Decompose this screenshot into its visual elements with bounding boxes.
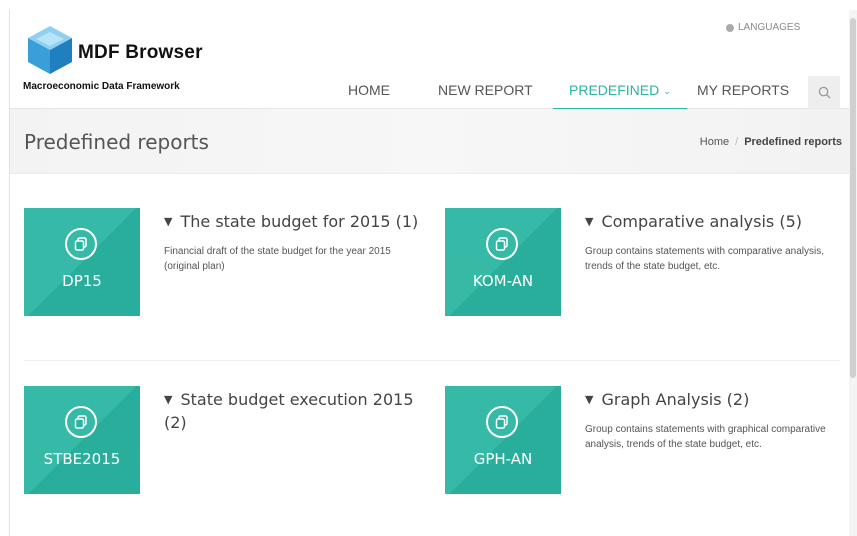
breadcrumb-current: Predefined reports <box>744 136 842 148</box>
nav-new-report-label: NEW REPORT <box>438 82 533 98</box>
caret-down-icon: ▼ <box>164 393 173 406</box>
nav-predefined-label: PREDEFINED <box>569 82 660 98</box>
report-code: DP15 <box>62 272 102 290</box>
page-title: Predefined reports <box>24 130 209 154</box>
languages-menu[interactable]: LANGUAGES <box>726 22 800 33</box>
caret-down-icon: ▼ <box>585 393 594 406</box>
nav-my-reports[interactable]: MY REPORTS <box>697 82 789 108</box>
search-button[interactable] <box>808 76 840 108</box>
report-description: Group contains statements with comparati… <box>585 246 824 272</box>
copy-icon <box>486 228 518 260</box>
nav-home[interactable]: HOME <box>348 82 390 108</box>
report-title[interactable]: ▼ Graph Analysis (2) <box>585 389 850 412</box>
caret-down-icon: ▼ <box>164 215 173 228</box>
nav-home-label: HOME <box>348 82 390 98</box>
report-code: KOM-AN <box>472 272 534 290</box>
brand-title[interactable]: MDF Browser <box>78 42 203 64</box>
site-header: MDF Browser Macroeconomic Data Framework… <box>10 10 856 110</box>
nav-predefined[interactable]: PREDEFINED ⌄ <box>553 82 687 110</box>
breadcrumb-home[interactable]: Home <box>700 136 729 148</box>
scrollbar-thumb[interactable] <box>850 18 856 378</box>
caret-down-icon: ▼ <box>585 215 594 228</box>
report-title[interactable]: ▼ Comparative analysis (5) <box>585 211 850 234</box>
copy-icon <box>65 406 97 438</box>
report-title-text: Graph Analysis (2) <box>601 390 750 409</box>
nav-my-reports-label: MY REPORTS <box>697 82 790 98</box>
report-card: GPH-AN ▼ Graph Analysis (2) Group contain… <box>445 386 845 496</box>
row-divider <box>24 360 840 361</box>
report-tile[interactable]: DP15 <box>24 208 140 316</box>
report-title-text: Comparative analysis (5) <box>601 212 803 231</box>
report-description: Group contains statements with graphical… <box>585 424 826 450</box>
copy-icon <box>486 406 518 438</box>
report-code: STBE2015 <box>43 450 121 468</box>
report-card: DP15 ▼ The state budget for 2015 (1) Fina… <box>24 208 424 318</box>
report-card: KOM-AN ▼ Comparative analysis (5) Group c… <box>445 208 845 318</box>
report-code: GPH-AN <box>473 450 533 468</box>
report-title[interactable]: ▼ The state budget for 2015 (1) <box>164 211 429 234</box>
copy-icon <box>65 228 97 260</box>
report-title-text: The state budget for 2015 (1) <box>180 212 419 231</box>
vertical-scrollbar[interactable] <box>849 10 857 536</box>
brand-subtitle: Macroeconomic Data Framework <box>23 81 180 92</box>
report-title-text: State budget execution 2015 (2) <box>164 390 414 432</box>
languages-label: LANGUAGES <box>738 22 801 33</box>
report-tile[interactable]: GPH-AN <box>445 386 561 494</box>
browser-page: MDF Browser Macroeconomic Data Framework… <box>9 10 856 536</box>
breadcrumb: Home / Predefined reports <box>700 136 842 148</box>
breadcrumb-separator: / <box>735 136 739 148</box>
nav-new-report[interactable]: NEW REPORT <box>438 82 533 108</box>
report-card: STBE2015 ▼ State budget execution 2015 (2… <box>24 386 424 496</box>
report-description: Financial draft of the state budget for … <box>164 246 391 272</box>
globe-icon <box>726 23 734 32</box>
chevron-down-icon: ⌄ <box>663 86 671 96</box>
search-icon <box>818 86 831 99</box>
page-title-bar: Predefined reports Home / Predefined repor… <box>10 109 856 174</box>
cube-icon <box>28 26 72 74</box>
report-tile[interactable]: STBE2015 <box>24 386 140 494</box>
report-title[interactable]: ▼ State budget execution 2015 (2) <box>164 389 429 433</box>
report-tile[interactable]: KOM-AN <box>445 208 561 316</box>
